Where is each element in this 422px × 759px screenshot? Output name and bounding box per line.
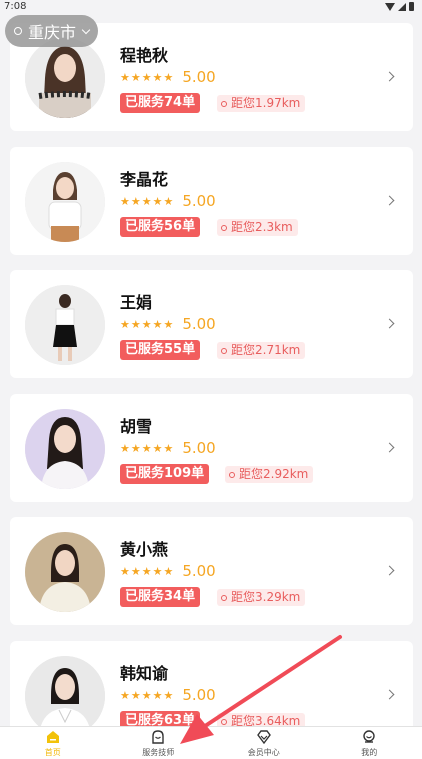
home-icon (46, 731, 59, 743)
battery-icon (409, 2, 414, 11)
therapist-name: 李晶花 (120, 170, 169, 189)
profile-icon (363, 730, 375, 743)
rating-row: ★★★★★ 5.00 (120, 562, 216, 580)
therapist-avatar (25, 162, 105, 242)
therapist-name: 王娟 (120, 293, 153, 312)
therapist-avatar (25, 656, 105, 726)
location-pin-icon (221, 347, 227, 354)
rating-score: 5.00 (182, 315, 216, 333)
technician-icon (152, 730, 164, 744)
served-count-badge: 已服务56单 (120, 217, 201, 237)
rating-row: ★★★★★ 5.00 (120, 68, 216, 86)
therapist-name: 程艳秋 (120, 46, 169, 65)
distance-text: 距您1.97km (231, 96, 301, 110)
served-count-badge: 已服务74单 (120, 93, 201, 113)
rating-score: 5.00 (182, 562, 216, 580)
therapist-name: 韩知谕 (120, 664, 169, 683)
distance-text: 距您2.92km (239, 467, 309, 481)
rating-score: 5.00 (182, 192, 216, 210)
distance-badge: 距您1.97km (217, 95, 306, 112)
star-rating-icon: ★★★★★ (120, 317, 175, 331)
diamond-icon (256, 730, 271, 744)
chevron-right-icon (384, 442, 395, 453)
served-count-badge: 已服务109单 (120, 464, 210, 484)
therapist-name: 胡雪 (120, 417, 153, 436)
served-count-badge: 已服务34单 (120, 587, 201, 607)
star-rating-icon: ★★★★★ (120, 70, 175, 84)
therapist-avatar (25, 409, 105, 489)
tab-home[interactable]: 首页 (0, 727, 106, 759)
status-bar: 7:08 (0, 0, 422, 14)
therapist-card[interactable]: 李晶花 ★★★★★ 5.00 已服务56单 距您2.3km (10, 147, 413, 255)
star-rating-icon: ★★★★★ (120, 688, 175, 702)
chevron-right-icon (384, 318, 395, 329)
distance-badge: 距您2.3km (217, 219, 298, 236)
therapist-card[interactable]: 胡雪 ★★★★★ 5.00 已服务109单 距您2.92km (10, 394, 413, 502)
chevron-right-icon (384, 565, 395, 576)
rating-row: ★★★★★ 5.00 (120, 686, 216, 704)
therapist-card[interactable]: 黄小燕 ★★★★★ 5.00 已服务34单 距您3.29km (10, 517, 413, 625)
rating-row: ★★★★★ 5.00 (120, 439, 216, 457)
location-pin-icon (229, 471, 235, 478)
status-time: 7:08 (4, 1, 27, 12)
distance-text: 距您3.64km (231, 714, 301, 726)
tab-technicians[interactable]: 服务技师 (106, 727, 212, 759)
therapist-list: 程艳秋 ★★★★★ 5.00 已服务74单 距您1.97km 李晶花 ★★★★★… (10, 0, 413, 726)
city-name: 重庆市 (28, 23, 77, 42)
therapist-avatar (25, 532, 105, 612)
therapist-avatar (25, 285, 105, 365)
wifi-icon (385, 2, 395, 11)
tab-label: 我的 (361, 748, 378, 757)
rating-score: 5.00 (182, 686, 216, 704)
tab-label: 会员中心 (247, 748, 280, 757)
therapist-avatar (25, 38, 105, 118)
therapist-card[interactable]: 韩知谕 ★★★★★ 5.00 已服务63单 距您3.64km (10, 641, 413, 726)
distance-text: 距您2.71km (231, 343, 301, 357)
chevron-right-icon (384, 689, 395, 700)
tab-label: 首页 (44, 748, 61, 757)
distance-text: 距您2.3km (231, 220, 293, 234)
rating-score: 5.00 (182, 439, 216, 457)
city-selector[interactable]: 重庆市 (5, 15, 98, 47)
rating-row: ★★★★★ 5.00 (120, 192, 216, 210)
bottom-tab-bar: 首页 服务技师 会员中心 我的 (0, 726, 422, 759)
distance-badge: 距您2.71km (217, 342, 306, 359)
distance-badge: 距您2.92km (225, 466, 314, 483)
location-pin-icon (14, 27, 22, 35)
status-icons (385, 2, 414, 11)
distance-badge: 距您3.29km (217, 589, 306, 606)
served-count-badge: 已服务55单 (120, 340, 201, 360)
signal-icon (398, 2, 406, 11)
therapist-card[interactable]: 王娟 ★★★★★ 5.00 已服务55单 距您2.71km (10, 270, 413, 378)
chevron-right-icon (384, 195, 395, 206)
star-rating-icon: ★★★★★ (120, 441, 175, 455)
star-rating-icon: ★★★★★ (120, 194, 175, 208)
tab-membership[interactable]: 会员中心 (211, 727, 317, 759)
tab-label: 服务技师 (142, 748, 175, 757)
location-pin-icon (221, 100, 227, 107)
therapist-name: 黄小燕 (120, 540, 169, 559)
chevron-right-icon (384, 71, 395, 82)
star-rating-icon: ★★★★★ (120, 564, 175, 578)
distance-text: 距您3.29km (231, 590, 301, 604)
served-count-badge: 已服务63单 (120, 711, 201, 726)
location-pin-icon (221, 224, 227, 231)
tab-profile[interactable]: 我的 (317, 727, 422, 759)
rating-row: ★★★★★ 5.00 (120, 315, 216, 333)
chevron-down-icon (81, 25, 91, 34)
distance-badge: 距您3.64km (217, 713, 306, 726)
location-pin-icon (221, 718, 227, 725)
rating-score: 5.00 (182, 68, 216, 86)
location-pin-icon (221, 594, 227, 601)
